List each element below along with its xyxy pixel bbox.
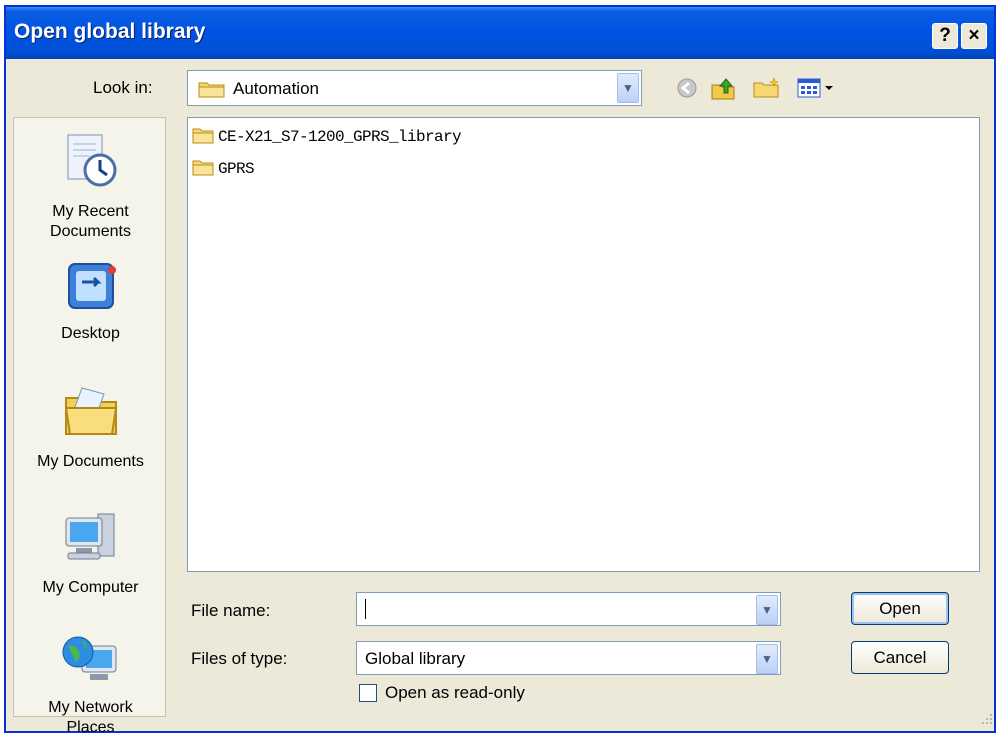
text-caret <box>365 599 366 619</box>
dialog-title: Open global library <box>14 20 206 43</box>
filename-label: File name: <box>191 601 271 620</box>
cancel-button[interactable]: Cancel <box>851 641 949 674</box>
filetype-dropdown-button[interactable]: ▼ <box>756 644 778 674</box>
lookin-label: Look in: <box>93 78 153 97</box>
lookin-combo[interactable]: Automation ▼ <box>187 70 642 106</box>
place-my-computer[interactable]: My Computer <box>14 510 167 598</box>
folder-icon <box>198 80 226 103</box>
up-folder-icon[interactable] <box>710 77 736 101</box>
recent-documents-icon <box>14 132 167 196</box>
resize-grip-icon[interactable] <box>980 711 994 731</box>
chevron-down-icon: ▼ <box>622 81 634 95</box>
network-places-icon <box>14 632 167 692</box>
place-label-line2: Places <box>66 719 115 736</box>
place-desktop[interactable]: Desktop <box>14 260 167 344</box>
readonly-checkbox[interactable] <box>359 684 377 702</box>
filetype-value: Global library <box>365 649 466 668</box>
place-label-line1: My Network <box>48 699 133 716</box>
place-my-network-places[interactable]: My Network Places <box>14 632 167 738</box>
readonly-option[interactable]: Open as read-only <box>359 683 525 703</box>
back-icon[interactable] <box>676 77 698 99</box>
list-item[interactable]: GPRS <box>192 158 255 181</box>
place-label: My Documents <box>37 453 144 470</box>
filetype-label: Files of type: <box>191 649 288 668</box>
file-name: GPRS <box>218 160 255 178</box>
close-button[interactable]: × <box>961 23 987 49</box>
list-item[interactable]: CE-X21_S7-1200_GPRS_library <box>192 126 462 149</box>
lookin-value: Automation <box>233 79 319 98</box>
chevron-down-icon: ▼ <box>761 603 773 617</box>
readonly-label: Open as read-only <box>385 683 525 702</box>
help-button[interactable]: ? <box>932 23 958 49</box>
place-label-line2: Documents <box>50 223 131 240</box>
new-folder-icon[interactable] <box>752 77 782 99</box>
place-label: Desktop <box>61 325 120 342</box>
folder-icon <box>192 158 214 181</box>
views-menu-icon[interactable] <box>796 77 836 99</box>
folder-icon <box>192 126 214 149</box>
open-button[interactable]: Open <box>851 592 949 625</box>
place-label-line1: My Recent <box>52 203 129 220</box>
place-my-recent-documents[interactable]: My Recent Documents <box>14 132 167 242</box>
title-bar[interactable]: Open global library ? × <box>6 7 994 59</box>
chevron-down-icon: ▼ <box>761 652 773 666</box>
filename-dropdown-button[interactable]: ▼ <box>756 595 778 625</box>
places-bar: My Recent Documents Desktop My Documents <box>13 117 167 736</box>
lookin-dropdown-button[interactable]: ▼ <box>617 73 639 103</box>
place-label: My Computer <box>42 579 139 596</box>
my-computer-icon <box>14 510 167 572</box>
my-documents-icon <box>14 384 167 446</box>
file-list[interactable]: CE-X21_S7-1200_GPRS_library GPRS <box>187 117 980 572</box>
desktop-icon <box>14 260 167 318</box>
filetype-select[interactable]: Global library ▼ <box>356 641 781 675</box>
file-name: CE-X21_S7-1200_GPRS_library <box>218 128 462 146</box>
place-my-documents[interactable]: My Documents <box>14 384 167 472</box>
filename-input[interactable]: ▼ <box>356 592 781 626</box>
